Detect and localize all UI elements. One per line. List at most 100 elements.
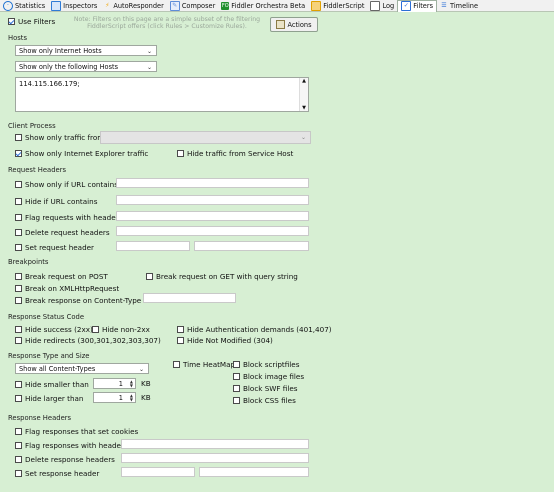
response-headers-section-title: Response Headers [8, 414, 72, 422]
hide-service-host-checkbox[interactable] [177, 150, 184, 157]
hide-auth-row: Hide Authentication demands (401,407) [177, 325, 332, 334]
client-process-section-title: Client Process [8, 122, 56, 130]
actions-icon [276, 20, 286, 29]
tab-composer[interactable]: ✎ Composer [167, 0, 218, 11]
break-xhr-checkbox[interactable] [15, 285, 22, 292]
hosts-section-title: Hosts [8, 34, 28, 42]
hide-smaller-row: Hide smaller than [15, 380, 89, 389]
hosts-filter-select[interactable]: Show only the following Hosts ⌄ [15, 61, 157, 72]
flag-responses-headers-checkbox[interactable] [15, 442, 22, 449]
traffic-from-checkbox[interactable] [15, 134, 22, 141]
hide-auth-checkbox[interactable] [177, 326, 184, 333]
tab-fiddlerscript[interactable]: FiddlerScript [308, 0, 367, 11]
tab-inspectors[interactable]: Inspectors [48, 0, 100, 11]
hosts-zone-select[interactable]: Show only Internet Hosts ⌄ [15, 45, 157, 56]
hide-non2xx-row: Hide non-2xx [92, 325, 150, 334]
hide-redirects-checkbox[interactable] [15, 337, 22, 344]
time-heatmap-checkbox[interactable] [173, 361, 180, 368]
use-filters-label: Use Filters [18, 17, 56, 26]
stepper-arrows-icon[interactable]: ▲ ▼ [130, 394, 133, 402]
flag-requests-headers-input[interactable] [116, 211, 309, 221]
request-header-row: Hide if URL contains [15, 197, 97, 206]
kb-unit-label: KB [141, 379, 151, 388]
use-filters-row: Use Filters [8, 17, 55, 26]
hide-larger-checkbox[interactable] [15, 395, 22, 402]
hide-smaller-checkbox[interactable] [15, 381, 22, 388]
traffic-from-select[interactable]: ⌄ [100, 131, 311, 144]
fo-icon: FO [221, 1, 230, 10]
delete-request-headers-input[interactable] [116, 226, 309, 236]
ie-traffic-checkbox[interactable] [15, 150, 22, 157]
kb-unit-label: KB [141, 393, 151, 402]
break-content-type-input[interactable] [143, 293, 236, 303]
break-get-row: Break request on GET with query string [146, 272, 298, 281]
request-header-row: Flag requests with headers [15, 213, 122, 222]
scroll-down-icon[interactable]: ▼ [300, 105, 308, 111]
hosts-list-textarea[interactable]: 114.115.166.179; ▲ ▼ [15, 77, 309, 112]
inspector-icon [51, 0, 62, 11]
delete-request-headers-checkbox[interactable] [15, 229, 22, 236]
delete-response-headers-checkbox[interactable] [15, 456, 22, 463]
set-request-header-name-input[interactable] [116, 241, 190, 251]
break-post-checkbox[interactable] [15, 273, 22, 280]
hide-success-checkbox[interactable] [15, 326, 22, 333]
breakpoints-section-title: Breakpoints [8, 258, 49, 266]
tab-fiddler-orchestra[interactable]: FO Fiddler Orchestra Beta [218, 0, 308, 11]
flag-responses-headers-input[interactable] [121, 439, 309, 449]
filters-note: Note: Filters on this page are a simple … [73, 16, 261, 30]
hide-larger-stepper[interactable]: 1 ▲ ▼ [93, 392, 136, 403]
block-swf-checkbox[interactable] [233, 385, 240, 392]
traffic-from-row: Show only traffic from [15, 133, 104, 142]
stepper-arrows-icon[interactable]: ▲ ▼ [130, 380, 133, 388]
response-header-row: Delete response headers [15, 455, 115, 464]
hide-not-modified-row: Hide Not Modified (304) [177, 336, 273, 345]
hide-non2xx-checkbox[interactable] [92, 326, 99, 333]
block-script-checkbox[interactable] [233, 361, 240, 368]
break-content-type-checkbox[interactable] [15, 297, 22, 304]
hide-success-row: Hide success (2xx) [15, 325, 93, 334]
block-swf-row: Block SWF files [233, 384, 298, 393]
show-if-url-contains-checkbox[interactable] [15, 181, 22, 188]
use-filters-checkbox[interactable] [8, 18, 15, 25]
set-response-header-name-input[interactable] [121, 467, 195, 477]
tab-filters[interactable]: ✓ Filters [397, 0, 437, 12]
request-header-row: Delete request headers [15, 228, 110, 237]
chevron-down-icon: ⌄ [300, 134, 306, 141]
tab-autoresponder[interactable]: ⚡ AutoResponder [100, 0, 166, 11]
block-css-checkbox[interactable] [233, 397, 240, 404]
hide-if-url-contains-checkbox[interactable] [15, 198, 22, 205]
set-request-header-value-input[interactable] [194, 241, 309, 251]
request-headers-section-title: Request Headers [8, 166, 67, 174]
delete-response-headers-input[interactable] [121, 453, 309, 463]
set-response-header-value-input[interactable] [199, 467, 309, 477]
set-response-header-checkbox[interactable] [15, 470, 22, 477]
scroll-up-icon[interactable]: ▲ [300, 78, 308, 84]
ie-traffic-row: Show only Internet Explorer traffic [15, 149, 148, 158]
hide-smaller-stepper[interactable]: 1 ▲ ▼ [93, 378, 136, 389]
hosts-list-scrollbar[interactable]: ▲ ▼ [299, 78, 308, 111]
actions-button[interactable]: Actions [270, 17, 318, 32]
tab-log[interactable]: Log [367, 0, 397, 11]
flag-set-cookies-checkbox[interactable] [15, 428, 22, 435]
flag-requests-headers-checkbox[interactable] [15, 214, 22, 221]
timeline-icon: ☰ [441, 1, 447, 9]
tab-timeline[interactable]: ☰ Timeline [437, 0, 481, 11]
chevron-down-icon: ⌄ [138, 366, 144, 373]
composer-icon: ✎ [169, 0, 180, 11]
filter-check-icon: ✓ [401, 1, 412, 11]
break-get-checkbox[interactable] [146, 273, 153, 280]
script-icon [311, 0, 322, 11]
content-types-select[interactable]: Show all Content-Types ⌄ [15, 363, 149, 374]
block-image-checkbox[interactable] [233, 373, 240, 380]
response-header-row: Set response header [15, 469, 99, 478]
set-request-header-checkbox[interactable] [15, 244, 22, 251]
hide-not-modified-checkbox[interactable] [177, 337, 184, 344]
show-if-url-contains-input[interactable] [116, 178, 309, 188]
request-header-row: Set request header [15, 243, 94, 252]
log-icon [370, 0, 381, 11]
time-heatmap-row: Time HeatMap [173, 360, 235, 369]
chevron-down-icon: ⌄ [146, 48, 152, 55]
response-status-section-title: Response Status Code [8, 313, 85, 321]
tab-statistics[interactable]: · Statistics [0, 0, 48, 11]
hide-if-url-contains-input[interactable] [116, 195, 309, 205]
